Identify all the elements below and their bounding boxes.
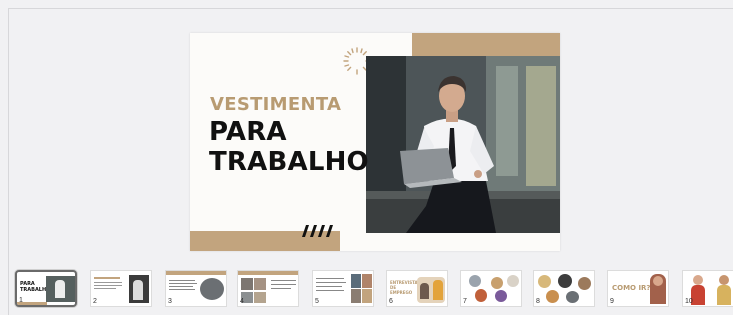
thumbnail-preview: COMO IR? [608, 271, 668, 306]
thumbnail-title: COMO IR? [612, 284, 651, 292]
slide-thumbnail-5[interactable]: 5 [312, 270, 374, 307]
thumbnail-preview: PARA TRABALHO [17, 272, 75, 305]
businessman-photo [366, 56, 560, 233]
slide-thumbnail-8[interactable]: 8 [533, 270, 595, 307]
thumbnail-preview: ENTREVISTA DE EMPREGO [387, 271, 447, 306]
thumbnail-preview [91, 271, 151, 306]
thumbnail-preview [238, 271, 298, 306]
thumbnail-preview [461, 271, 521, 306]
thumbnail-number: 5 [315, 298, 319, 305]
title-line-3: TRABALHO [209, 147, 369, 177]
slide-thumbnail-2[interactable]: 2 [90, 270, 152, 307]
thumbnail-number: 9 [610, 298, 614, 305]
thumbnail-number: 1 [19, 297, 23, 304]
slide-thumbnail-6[interactable]: ENTREVISTA DE EMPREGO 6 [386, 270, 448, 307]
thumbnail-preview [166, 271, 226, 306]
slide-thumbnail-3[interactable]: 3 [165, 270, 227, 307]
slide-thumbnail-10[interactable]: 10 [682, 270, 733, 307]
thumbnail-number: 4 [240, 298, 244, 305]
slide-thumbnail-9[interactable]: COMO IR? 9 [607, 270, 669, 307]
thumbnail-number: 7 [463, 298, 467, 305]
thumbnail-number: 8 [536, 298, 540, 305]
accent-bar-top [412, 33, 560, 56]
slide-thumbnail-7[interactable]: 7 [460, 270, 522, 307]
thumbnail-number: 3 [168, 298, 172, 305]
thumbnail-preview [313, 271, 373, 306]
thumbnail-number: 2 [93, 298, 97, 305]
title-line-2: PARA [209, 117, 287, 147]
main-slide[interactable]: VESTIMENTA PARA TRABALHO [190, 33, 560, 251]
thumbnail-number: 6 [389, 298, 393, 305]
stripes-decoration [302, 225, 333, 237]
thumbnail-number: 10 [685, 298, 693, 305]
slide-stage: VESTIMENTA PARA TRABALHO [0, 0, 733, 258]
thumbnail-title: PARA TRABALHO [20, 281, 51, 293]
thumbnail-preview [534, 271, 594, 306]
slide-thumbnail-4[interactable]: 4 [237, 270, 299, 307]
title-line-1: VESTIMENTA [210, 94, 342, 115]
thumbnail-title: ENTREVISTA DE EMPREGO [390, 280, 418, 295]
slide-thumbnail-1[interactable]: PARA TRABALHO 1 [15, 270, 77, 307]
slide-thumbnail-strip: PARA TRABALHO 1 2 3 4 5 ENTREVISTA DE EM… [0, 258, 733, 315]
